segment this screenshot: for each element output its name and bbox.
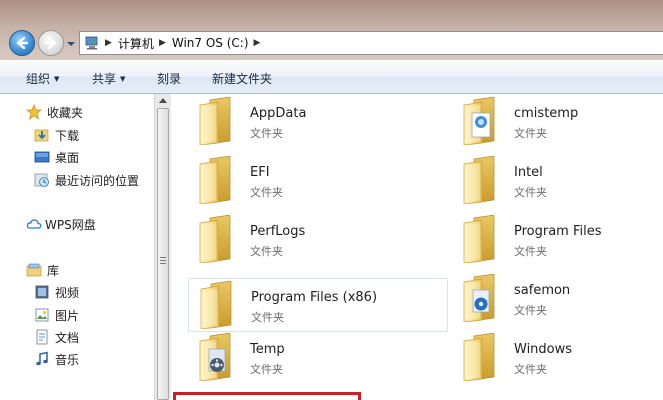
file-name: Program Files [514,224,602,239]
file-type: 文件夹 [250,363,283,376]
file-type: 文件夹 [514,127,547,140]
desktop-icon [34,151,50,163]
file-type: 文件夹 [514,186,547,199]
file-name: safemon [514,283,571,298]
file-type: 文件夹 [250,245,283,258]
highlight-box [173,392,361,400]
nav-libraries[interactable]: 库 [26,261,59,279]
file-item[interactable]: safemon 文件夹 [452,272,663,324]
address-bar[interactable]: ▶ 计算机 ▶ Win7 OS (C:) ▶ [79,31,663,55]
nav-favorites[interactable]: 收藏夹 [26,103,83,121]
video-library-icon [35,285,49,299]
command-bar: 组织 ▼ 共享 ▼ 刻录 新建文件夹 [0,60,663,94]
arrow-left-icon [16,36,29,50]
nav-libraries-label: 库 [47,263,60,278]
file-item[interactable]: Windows 文件夹 [452,331,663,383]
organize-menu-button[interactable]: 组织 ▼ [26,70,59,87]
nav-favorites-label: 收藏夹 [47,105,84,120]
folder-icon [460,215,500,263]
nav-recent-label: 最近访问的位置 [55,173,140,188]
breadcrumb-drive[interactable]: Win7 OS (C:) [172,36,249,50]
back-button[interactable] [9,30,35,56]
chevron-right-icon[interactable]: ▶ [254,38,261,48]
nav-videos[interactable]: 视频 [34,283,79,301]
folder-media-icon [460,274,500,322]
history-dropdown-icon[interactable] [66,40,76,48]
file-name: Intel [514,165,543,180]
file-item-selected[interactable]: Program Files (x86) 文件夹 [188,278,448,332]
nav-scrollbar[interactable] [154,94,171,400]
folder-icon [196,97,236,145]
folder-icon [460,156,500,204]
file-item[interactable]: Intel 文件夹 [452,154,663,206]
nav-downloads-label: 下载 [55,128,80,143]
file-name: Program Files (x86) [251,290,378,305]
file-type: 文件夹 [514,304,547,317]
breadcrumb-computer[interactable]: 计算机 [118,35,154,52]
folder-icon [460,333,500,381]
grip-icon [160,257,166,266]
cloud-icon [26,219,42,229]
nav-music[interactable]: 音乐 [34,350,79,368]
nav-desktop-label: 桌面 [55,150,80,165]
computer-icon [85,36,98,50]
file-item[interactable]: cmistemp 文件夹 [452,95,663,147]
file-type: 文件夹 [514,363,547,376]
nav-pictures[interactable]: 图片 [34,306,79,324]
file-type: 文件夹 [250,186,283,199]
folder-icon [197,281,237,329]
file-type: 文件夹 [514,245,547,258]
file-name: cmistemp [514,106,579,121]
file-type: 文件夹 [251,311,284,324]
file-name: PerfLogs [250,224,306,239]
share-label: 共享 [92,72,117,86]
chevron-down-icon: ▼ [54,75,60,83]
file-item[interactable]: AppData 文件夹 [188,95,446,147]
chevron-down-icon: ▼ [120,75,126,83]
file-item[interactable]: Program Files 文件夹 [452,213,663,265]
picture-library-icon [35,308,49,322]
file-type: 文件夹 [250,127,283,140]
nav-videos-label: 视频 [55,285,80,300]
recent-places-icon [34,173,49,187]
music-note-icon [36,351,48,366]
nav-wps-cloud[interactable]: WPS网盘 [26,215,96,233]
nav-desktop[interactable]: 桌面 [34,148,79,166]
nav-documents-label: 文档 [55,330,80,345]
folder-media-icon [196,333,236,381]
navigation-pane: 收藏夹 下载 桌面 最近访问的位置 WPS网盘 库 视频 图片 文档 音乐 [0,94,154,400]
document-library-icon [36,329,48,345]
folder-document-icon [460,97,500,145]
download-folder-icon [34,129,49,142]
file-list: AppData 文件夹 cmistemp 文件夹 EFI 文件夹 Intel 文… [171,94,663,400]
nav-music-label: 音乐 [55,352,80,367]
share-menu-button[interactable]: 共享 ▼ [92,70,125,87]
nav-wps-label: WPS网盘 [45,217,96,232]
library-icon [26,263,42,277]
folder-icon [196,215,236,263]
file-item[interactable]: Temp 文件夹 [188,331,446,383]
nav-pictures-label: 图片 [55,308,80,323]
arrow-right-icon [44,36,57,50]
file-name: Temp [250,342,285,357]
folder-icon [196,156,236,204]
file-name: AppData [250,106,307,121]
nav-recent-places[interactable]: 最近访问的位置 [34,171,139,189]
chevron-right-icon[interactable]: ▶ [105,38,112,48]
new-folder-button[interactable]: 新建文件夹 [212,70,272,87]
scrollbar-thumb[interactable] [157,108,169,400]
organize-label: 组织 [26,72,51,86]
star-icon [26,104,42,120]
nav-downloads[interactable]: 下载 [34,126,79,144]
scroll-up-icon[interactable] [158,97,168,104]
forward-button[interactable] [38,30,64,56]
file-item[interactable]: PerfLogs 文件夹 [188,213,446,265]
chevron-right-icon[interactable]: ▶ [159,38,166,48]
nav-documents[interactable]: 文档 [34,328,79,346]
burn-button[interactable]: 刻录 [157,70,181,87]
file-item[interactable]: EFI 文件夹 [188,154,446,206]
file-name: Windows [514,342,573,357]
title-area: ▶ 计算机 ▶ Win7 OS (C:) ▶ [0,0,663,60]
file-name: EFI [250,165,270,180]
